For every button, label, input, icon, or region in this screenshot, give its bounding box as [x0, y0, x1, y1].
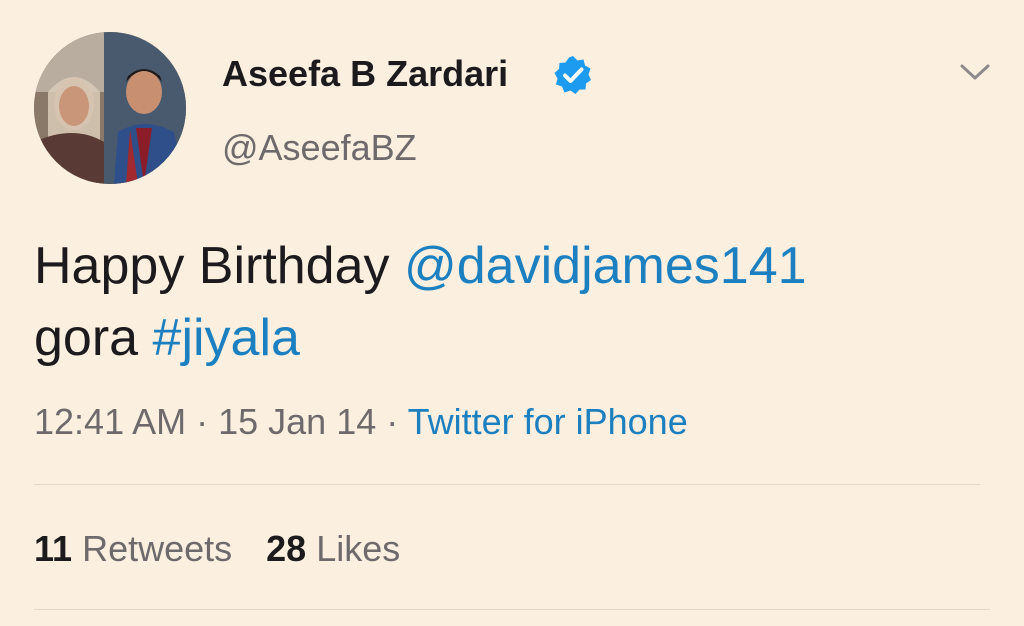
mention-link[interactable]: @davidjames141 [404, 237, 807, 295]
tweet-stats: 11 Retweets 28 Likes [34, 527, 400, 571]
divider [34, 484, 980, 485]
tweet-meta: 12:41 AM · 15 Jan 14 · Twitter for iPhon… [34, 400, 688, 444]
retweets-count: 11 [34, 528, 73, 569]
tweet-date: 15 Jan 14 [218, 401, 377, 442]
avatar[interactable] [34, 32, 186, 184]
verified-badge-icon [554, 56, 591, 94]
tweet-text-prefix: Happy Birthday [34, 237, 404, 295]
likes-count: 28 [266, 528, 307, 569]
tweet-source-link[interactable]: Twitter for iPhone [408, 401, 688, 442]
meta-separator-2: · [376, 401, 408, 442]
user-handle[interactable]: @AseefaBZ [222, 128, 417, 168]
hashtag-link[interactable]: #jiyala [153, 309, 300, 367]
tweet-time: 12:41 AM [34, 401, 187, 442]
retweets-stat[interactable]: 11 Retweets [34, 528, 232, 569]
likes-stat[interactable]: 28 Likes [266, 528, 400, 569]
tweet-detail: Aseefa B Zardari @AseefaBZ Happy Birthda… [0, 0, 1024, 626]
display-name[interactable]: Aseefa B Zardari [222, 54, 508, 94]
divider [34, 609, 990, 610]
profile-photo [34, 32, 186, 184]
meta-separator: · [186, 401, 219, 442]
tweet-text: Happy Birthday @davidjames141 gora #jiyal… [34, 230, 994, 374]
likes-label: Likes [316, 528, 401, 569]
chevron-down-icon[interactable] [958, 60, 992, 84]
retweets-label: Retweets [82, 528, 233, 569]
tweet-text-middle: gora [34, 309, 153, 367]
